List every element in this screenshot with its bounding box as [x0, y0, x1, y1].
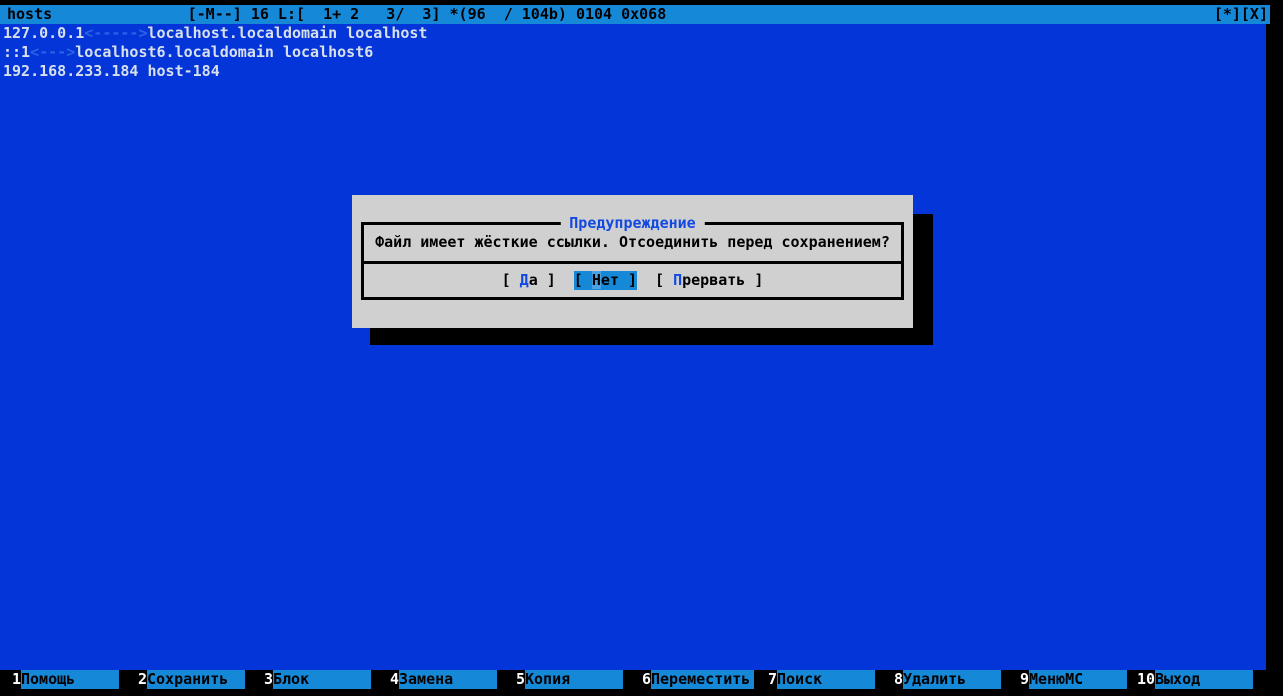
function-key-bar: 1 Помощь 2 Сохранить 3 Блок 4 Замена 5 Копия …	[0, 670, 1270, 689]
fkey-number: 4	[381, 670, 399, 689]
editor-line[interactable]: 192.168.233.184 host-184	[3, 62, 220, 81]
bracket: [	[501, 271, 520, 289]
fkey-menu[interactable]: 9 МенюМС	[1011, 670, 1137, 689]
window-controls: [*][X]	[1214, 5, 1268, 24]
bracket: [	[655, 271, 674, 289]
bracket: [	[573, 271, 592, 289]
editor-title-bar: hosts [-M--] 16 L:[ 1+ 2 3/ 3] *(96 / 10…	[0, 5, 1270, 24]
fkey-number: 10	[1137, 670, 1156, 689]
warning-dialog: Предупреждение Файл имеет жёсткие ссылки…	[352, 195, 913, 328]
close-button[interactable]: [X]	[1241, 5, 1268, 23]
hotkey-letter: Д	[519, 271, 529, 289]
fkey-label: Блок	[273, 670, 371, 689]
fkey-label: Сохранить	[147, 670, 245, 689]
fkey-label: Помощь	[21, 670, 119, 689]
fkey-label: Переместить	[651, 670, 755, 689]
fkey-help[interactable]: 1 Помощь	[3, 670, 129, 689]
bracket: ]	[618, 271, 638, 289]
line-text: localhost6.localdomain localhost6	[75, 43, 374, 61]
fkey-copy[interactable]: 5 Копия	[507, 670, 633, 689]
fkey-quit[interactable]: 10 Выход	[1137, 670, 1272, 689]
fkey-number: 2	[129, 670, 147, 689]
dialog-title: Предупреждение	[560, 214, 705, 233]
line-text: localhost.localdomain localhost	[147, 24, 428, 42]
fkey-number: 8	[885, 670, 903, 689]
fkey-label: МенюМС	[1029, 670, 1127, 689]
editor-line[interactable]: ::1<--->localhost6.localdomain localhost…	[3, 43, 373, 62]
fkey-number: 5	[507, 670, 525, 689]
fkey-number: 9	[1011, 670, 1029, 689]
dialog-message: Файл имеет жёсткие ссылки. Отсоединить п…	[375, 233, 890, 251]
fkey-replace[interactable]: 4 Замена	[381, 670, 507, 689]
fkey-label: Удалить	[903, 670, 1001, 689]
editor-content[interactable]: 127.0.0.1<----->localhost.localdomain lo…	[0, 24, 1266, 670]
fkey-block[interactable]: 3 Блок	[255, 670, 381, 689]
text-cursor: Н	[591, 271, 601, 289]
button-label: рервать	[682, 271, 746, 289]
fkey-delete[interactable]: 8 Удалить	[885, 670, 1011, 689]
fkey-number: 6	[633, 670, 651, 689]
line-text: 192.168.233.184 host-184	[3, 62, 220, 80]
fkey-search[interactable]: 7 Поиск	[759, 670, 885, 689]
hotkey-letter: П	[673, 271, 683, 289]
button-label: а	[528, 271, 538, 289]
maximize-button[interactable]: [*]	[1214, 5, 1241, 23]
fkey-number: 1	[3, 670, 21, 689]
terminal-screen: hosts [-M--] 16 L:[ 1+ 2 3/ 3] *(96 / 10…	[0, 0, 1283, 696]
bracket: ]	[537, 271, 556, 289]
tab-arrow: <----->	[84, 24, 148, 42]
yes-button[interactable]: [ Да ]	[502, 271, 556, 290]
dialog-button-row: [ Да ] [ Нет ] [ Прервать ]	[352, 271, 913, 290]
no-button[interactable]: [ Нет ]	[573, 271, 638, 290]
tab-arrow: <--->	[30, 43, 76, 61]
fkey-label: Поиск	[777, 670, 875, 689]
abort-button[interactable]: [ Прервать ]	[655, 271, 763, 290]
fkey-move[interactable]: 6 Переместить	[633, 670, 759, 689]
fkey-label: Копия	[525, 670, 623, 689]
fkey-number: 7	[759, 670, 777, 689]
line-text: 127.0.0.1	[3, 24, 85, 42]
button-label: ет	[600, 271, 619, 289]
bracket: ]	[745, 271, 764, 289]
line-text: ::1	[3, 43, 31, 61]
fkey-save[interactable]: 2 Сохранить	[129, 670, 255, 689]
fkey-number: 3	[255, 670, 273, 689]
editor-line[interactable]: 127.0.0.1<----->localhost.localdomain lo…	[3, 24, 427, 43]
fkey-label: Замена	[399, 670, 497, 689]
editor-status-text: hosts [-M--] 16 L:[ 1+ 2 3/ 3] *(96 / 10…	[7, 5, 667, 23]
fkey-label: Выход	[1155, 670, 1253, 689]
dialog-separator	[361, 261, 904, 264]
